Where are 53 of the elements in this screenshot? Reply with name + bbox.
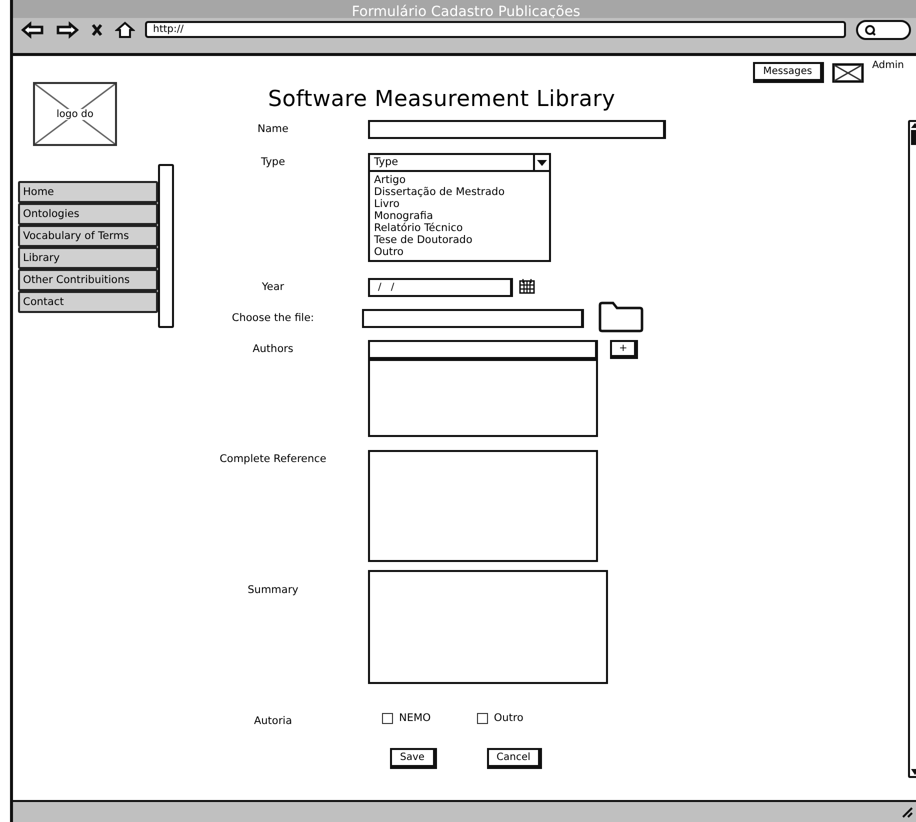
page-title: Software Measurement Library <box>268 87 616 112</box>
dropdown-option[interactable]: Livro <box>370 198 549 210</box>
type-dropdown[interactable]: Type Artigo Dissertação de Mestrado Livro Monografia Relatório Técnico Tese de Doutorado Outro <box>368 153 551 262</box>
field-label: Type <box>260 155 286 168</box>
dropdown-option[interactable]: Artigo <box>370 174 549 186</box>
mail-icon[interactable] <box>832 62 864 82</box>
home-icon[interactable] <box>115 20 135 38</box>
authorship-checkbox[interactable]: NEMO <box>382 712 431 724</box>
field-label: Choose the file: <box>232 311 314 324</box>
messages-button[interactable]: Messages <box>753 62 824 83</box>
field-label: Name <box>258 122 288 135</box>
nav-item[interactable]: Other Contribuitions <box>18 269 158 291</box>
dropdown-option[interactable]: Tese de Doutorado <box>370 234 549 246</box>
form-button[interactable]: Cancel <box>486 748 542 769</box>
calendar-icon[interactable] <box>519 278 535 294</box>
author-field[interactable] <box>368 340 598 359</box>
authorship-checkbox[interactable]: Outro <box>476 712 524 724</box>
nav-item[interactable]: Home <box>18 181 158 203</box>
resize-grip-icon[interactable] <box>901 806 913 818</box>
reference-field[interactable] <box>368 450 598 562</box>
search-icon[interactable] <box>864 24 876 36</box>
forward-icon[interactable] <box>55 20 79 38</box>
dropdown-option[interactable]: Relatório Técnico <box>370 222 549 234</box>
field-label: Summary <box>248 583 298 596</box>
checkbox-box[interactable] <box>382 712 393 724</box>
checkbox-box[interactable] <box>476 712 488 724</box>
field-label: Autoria <box>254 714 292 727</box>
field-label: Complete Reference <box>220 452 326 465</box>
nav-item[interactable]: Vocabulary of Terms <box>18 225 158 247</box>
url-field[interactable]: http:// <box>145 21 846 38</box>
file-field[interactable] <box>362 309 584 328</box>
search-field[interactable] <box>856 20 911 40</box>
nav-item[interactable]: Ontologies <box>18 203 158 225</box>
year-field[interactable]: / / <box>368 278 513 297</box>
add-author-button[interactable]: + <box>610 340 638 359</box>
summary-field[interactable] <box>368 570 608 684</box>
user-name: Admin <box>872 60 904 71</box>
dropdown-option[interactable]: Monografia <box>370 210 549 222</box>
nav-item[interactable]: Contact <box>18 291 158 313</box>
nav-scrollbar[interactable] <box>158 164 174 328</box>
caret-icon <box>537 158 547 166</box>
logo-text: logo do <box>56 108 94 120</box>
field-label: Authors <box>252 342 294 355</box>
nav-item[interactable]: Library <box>18 247 158 269</box>
form-button[interactable]: Save <box>390 748 437 769</box>
dropdown-option[interactable]: Outro <box>370 246 549 258</box>
folder-icon[interactable] <box>598 301 644 333</box>
back-icon[interactable] <box>21 20 45 38</box>
field-label: Year <box>262 280 284 293</box>
authors-list[interactable] <box>368 359 598 437</box>
name-field[interactable] <box>368 120 666 139</box>
dropdown-option[interactable]: Dissertação de Mestrado <box>370 186 549 198</box>
close-icon[interactable] <box>89 22 105 38</box>
